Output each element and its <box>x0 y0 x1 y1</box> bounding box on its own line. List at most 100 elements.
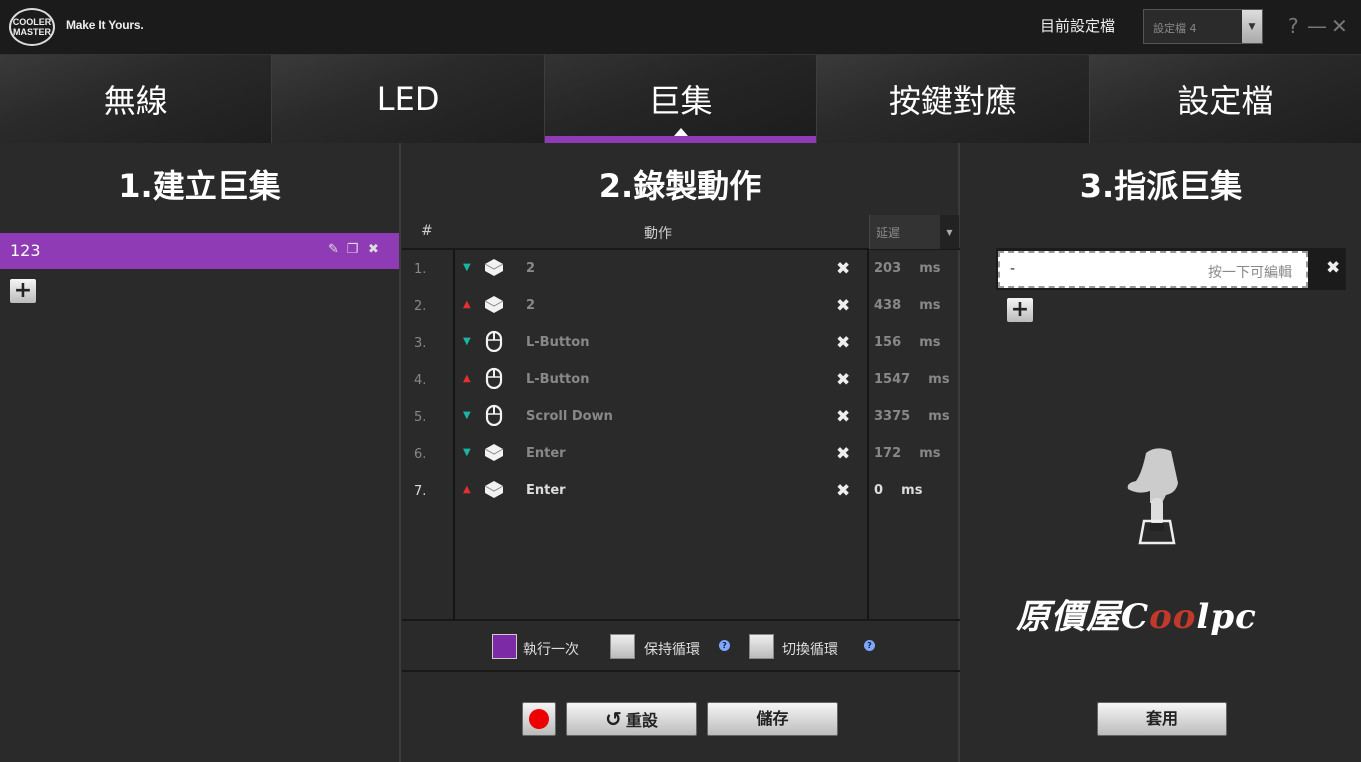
delay-select-value: 延遲 <box>876 226 901 240</box>
row-index: 4. <box>414 373 427 388</box>
row-index: 2. <box>414 299 427 314</box>
assign-key-field[interactable]: - 按一下可編輯 <box>998 251 1308 288</box>
delete-icon[interactable]: ✖ <box>836 370 850 390</box>
arrow-down-icon: ▼ <box>463 336 471 347</box>
row-delay[interactable]: 3375 ms <box>874 409 950 424</box>
row-action: Scroll Down <box>526 409 613 424</box>
key-icon <box>482 441 506 463</box>
watermark-infinity: oo <box>1149 597 1197 637</box>
column-index: # <box>421 223 433 239</box>
help-icon[interactable]: ? <box>864 640 875 651</box>
actions-table-header: # 動作 延遲 ▼ <box>402 215 960 250</box>
create-macro-title: 1.建立巨集 <box>118 167 281 205</box>
row-delay[interactable]: 203 ms <box>874 261 941 276</box>
row-delay-value: 1547 <box>874 372 911 387</box>
mouse-icon <box>482 404 506 427</box>
run-once-radio[interactable] <box>492 634 517 659</box>
add-macro-button[interactable]: + <box>10 279 36 303</box>
profile-select-value: 設定檔 4 <box>1153 22 1197 35</box>
watermark-logo: 原價屋Coolpc <box>1016 589 1257 638</box>
row-delay-unit: ms <box>928 409 950 424</box>
tab-led[interactable]: LED <box>272 55 545 143</box>
row-delay-value: 203 <box>874 261 902 276</box>
table-row[interactable]: 4. ▲ L-Button ✖ 1547 ms <box>402 361 960 398</box>
row-delay-unit: ms <box>919 446 941 461</box>
row-delay-unit: ms <box>919 298 941 313</box>
row-delay-unit: ms <box>919 261 941 276</box>
delete-icon[interactable]: ✖ <box>836 296 850 316</box>
toggle-loop-label: 切換循環 <box>782 642 838 658</box>
tab-wireless[interactable]: 無線 <box>0 55 273 143</box>
table-row[interactable]: 5. ▼ Scroll Down ✖ 3375 ms <box>402 398 960 435</box>
chevron-down-icon[interactable]: ▼ <box>1242 10 1262 43</box>
record-icon <box>529 709 549 729</box>
table-row[interactable]: 6. ▼ Enter ✖ 172 ms <box>402 435 960 472</box>
delete-icon[interactable]: ✖ <box>366 242 381 257</box>
reset-label: 重設 <box>625 711 658 730</box>
assign-key-hint: 按一下可編輯 <box>1208 265 1292 281</box>
macro-list-item[interactable]: 123 ✎ ❐ ✖ <box>0 233 399 269</box>
mouse-icon <box>482 367 506 390</box>
table-row[interactable]: 2. ▲ 2 ✖ 438 ms <box>402 287 960 324</box>
watermark-text: C <box>1121 597 1150 637</box>
key-icon <box>482 478 506 500</box>
apply-button[interactable]: 套用 <box>1097 702 1227 736</box>
assignment-row: - 按一下可編輯 ✖ <box>996 248 1346 290</box>
help-icon[interactable]: ? <box>1288 14 1299 38</box>
record-actions-panel: 2.錄製動作 # 動作 延遲 ▼ 1. ▼ 2 ✖ 203 ms 2. ▲ 2 ✖ 438 ms 3… <box>402 143 960 762</box>
title-bar: COOLER MASTER Make It Yours. 目前設定檔 設定檔 4… <box>0 0 1361 55</box>
macro-name: 123 <box>10 241 41 260</box>
edit-icon[interactable]: ✎ <box>326 242 341 257</box>
run-once-label: 執行一次 <box>523 642 579 658</box>
tab-macro[interactable]: 巨集 <box>544 55 818 143</box>
add-assignment-button[interactable]: + <box>1007 298 1033 322</box>
table-row[interactable]: 1. ▼ 2 ✖ 203 ms <box>402 250 960 287</box>
key-icon <box>482 293 506 315</box>
cooler-master-logo: COOLER MASTER <box>9 8 55 46</box>
divider <box>402 619 960 621</box>
arrow-up-icon: ▲ <box>463 373 471 384</box>
tab-profile[interactable]: 設定檔 <box>1089 55 1361 143</box>
row-delay-value: 438 <box>874 298 902 313</box>
reset-button[interactable]: ↺ 重設 <box>566 702 697 736</box>
minimize-icon[interactable]: — <box>1307 14 1327 38</box>
table-row[interactable]: 7. ▲ Enter ✖ 0 ms <box>402 472 960 509</box>
table-row[interactable]: 3. ▼ L-Button ✖ 156 ms <box>402 324 960 361</box>
row-delay-unit: ms <box>919 335 941 350</box>
delete-icon[interactable]: ✖ <box>836 407 850 427</box>
record-button[interactable] <box>522 702 556 736</box>
pointing-hand-icon <box>1127 448 1178 545</box>
delay-select[interactable]: 延遲 ▼ <box>869 215 959 249</box>
tab-key-mapping[interactable]: 按鍵對應 <box>817 55 1090 143</box>
delete-icon[interactable]: ✖ <box>836 259 850 279</box>
row-delay-unit: ms <box>928 372 950 387</box>
row-action: Enter <box>526 446 566 461</box>
hold-loop-radio[interactable] <box>610 634 635 659</box>
current-profile-label: 目前設定檔 <box>1040 17 1116 35</box>
row-delay[interactable]: 156 ms <box>874 335 941 350</box>
row-delay[interactable]: 438 ms <box>874 298 941 313</box>
mouse-icon <box>482 330 506 353</box>
close-icon[interactable]: ✕ <box>1331 14 1348 38</box>
watermark-text: lpc <box>1196 597 1257 637</box>
row-delay[interactable]: 1547 ms <box>874 372 950 387</box>
save-button[interactable]: 儲存 <box>707 702 838 736</box>
tagline: Make It Yours. <box>66 18 144 32</box>
row-action: Enter <box>526 483 566 498</box>
row-delay[interactable]: 172 ms <box>874 446 941 461</box>
delete-icon[interactable]: ✖ <box>836 481 850 501</box>
row-action: 2 <box>526 261 536 276</box>
help-icon[interactable]: ? <box>719 640 730 651</box>
create-macro-panel: 1.建立巨集 123 ✎ ❐ ✖ + <box>0 143 401 762</box>
delete-icon[interactable]: ✖ <box>836 444 850 464</box>
assign-macro-title: 3.指派巨集 <box>1079 167 1243 205</box>
divider <box>402 670 960 672</box>
chevron-down-icon[interactable]: ▼ <box>940 215 959 249</box>
copy-icon[interactable]: ❐ <box>345 242 360 257</box>
hold-loop-label: 保持循環 <box>644 642 700 658</box>
profile-select[interactable]: 設定檔 4 ▼ <box>1143 9 1263 44</box>
delete-icon[interactable]: ✖ <box>836 333 850 353</box>
row-delay[interactable]: 0 ms <box>874 483 922 498</box>
toggle-loop-radio[interactable] <box>749 634 774 659</box>
remove-assignment-icon[interactable]: ✖ <box>1326 258 1340 278</box>
